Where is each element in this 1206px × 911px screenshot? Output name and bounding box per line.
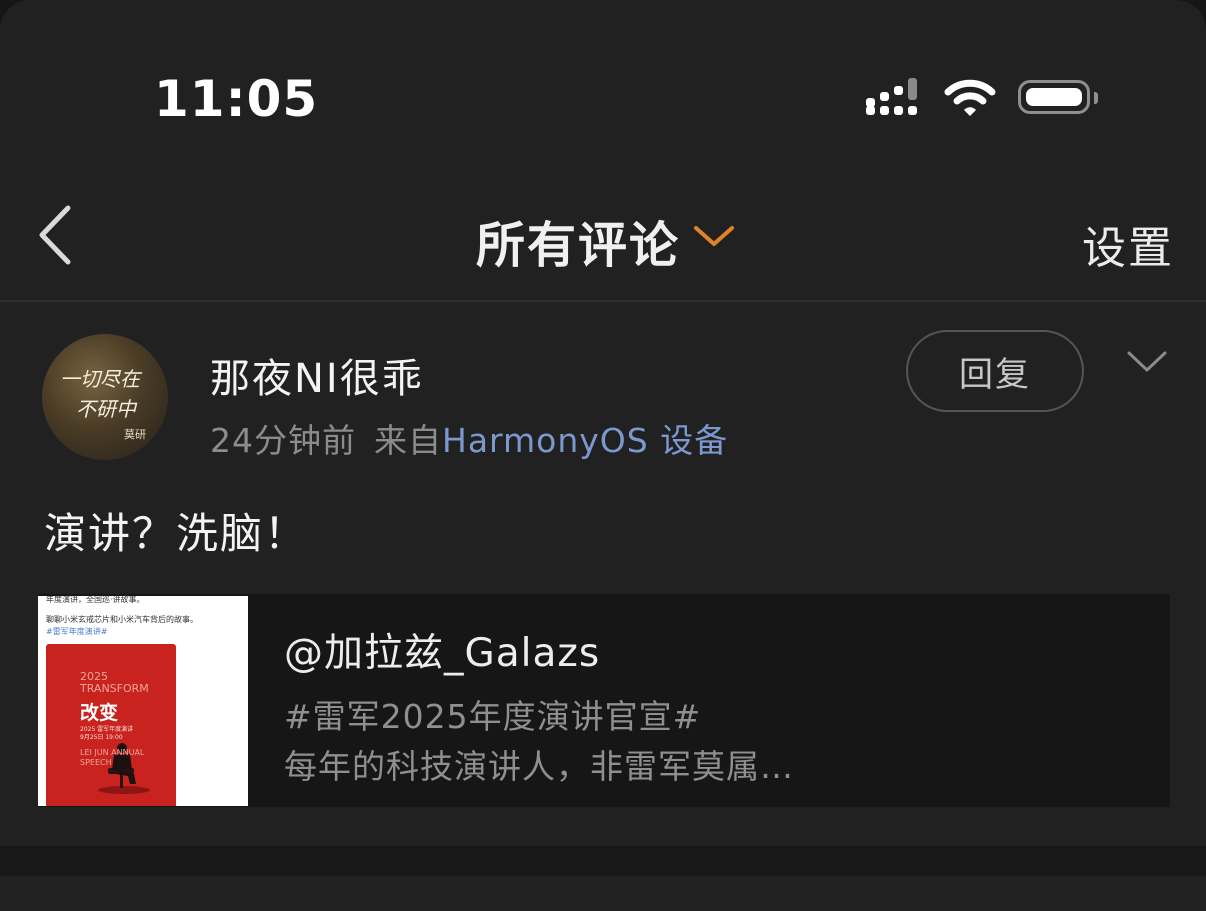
poster-caption: 9月25日 19:00 — [80, 734, 123, 741]
quoted-text: 每年的科技演讲人，非雷军莫属… — [284, 747, 794, 786]
thumbnail-text: 年度演讲，全国巡·讲故事。 — [46, 596, 145, 604]
avatar-text-3: 莫研 — [124, 428, 146, 441]
avatar-text-1: 一切尽在 — [60, 367, 143, 391]
settings-button[interactable]: 设置 — [1082, 212, 1174, 276]
thumbnail-hashtag: #雷军年度演讲# — [46, 627, 108, 636]
poster-title: 改变 — [80, 702, 119, 724]
status-time: 11:05 — [154, 70, 319, 128]
chevron-down-icon[interactable] — [692, 222, 736, 250]
avatar-text-2: 不研中 — [76, 397, 138, 421]
username[interactable]: 那夜NI很乖 — [210, 346, 424, 404]
poster-caption: SPEECH — [80, 758, 112, 767]
section-separator — [0, 846, 1206, 876]
page-title[interactable]: 所有评论 — [476, 206, 680, 277]
thumbnail-text: 聊聊小米玄戒芯片和小米汽车背后的故事。 — [46, 615, 198, 624]
avatar[interactable]: 一切尽在 不研中 莫研 — [42, 334, 168, 460]
cellular-signal-icon — [866, 78, 917, 115]
reply-button[interactable]: 回复 — [906, 330, 1084, 412]
source-label: 来自 — [374, 421, 442, 460]
avatar-image: 一切尽在 不研中 莫研 — [60, 367, 146, 441]
battery-tip — [1094, 92, 1098, 104]
quoted-hashtag: #雷军2025年度演讲官宣# — [284, 697, 702, 736]
quoted-author: @加拉兹_Galazs — [284, 631, 601, 676]
comment-meta: 24分钟前 来自HarmonyOS 设备 — [210, 414, 728, 462]
chevron-down-icon[interactable] — [1126, 350, 1168, 374]
back-button[interactable] — [32, 202, 82, 268]
source-device-link[interactable]: HarmonyOS 设备 — [442, 421, 728, 460]
wifi-icon — [944, 79, 996, 116]
timestamp: 24分钟前 — [210, 421, 356, 460]
battery-icon — [1018, 80, 1090, 114]
app-screen: 11:05 所有评论 设置 一切尽在 不研中 莫研 那夜NI很乖 24分钟前 来… — [0, 0, 1206, 911]
poster-caption: LEI JUN ANNUAL — [80, 748, 145, 757]
post-thumbnail: 年度演讲，全国巡·讲故事。 聊聊小米玄戒芯片和小米汽车背后的故事。 #雷军年度演… — [38, 596, 248, 806]
battery-level — [1026, 88, 1082, 106]
poster-subtitle: TRANSFORM — [80, 682, 149, 695]
poster-image: 2025 TRANSFORM 改变 2025 雷军年度演讲 9月25日 19:0… — [46, 644, 176, 806]
quoted-post-card[interactable]: 年度演讲，全国巡·讲故事。 聊聊小米玄戒芯片和小米汽车背后的故事。 #雷军年度演… — [38, 594, 1170, 807]
comment-text: 演讲？洗脑！ — [44, 509, 309, 558]
divider — [0, 300, 1206, 302]
